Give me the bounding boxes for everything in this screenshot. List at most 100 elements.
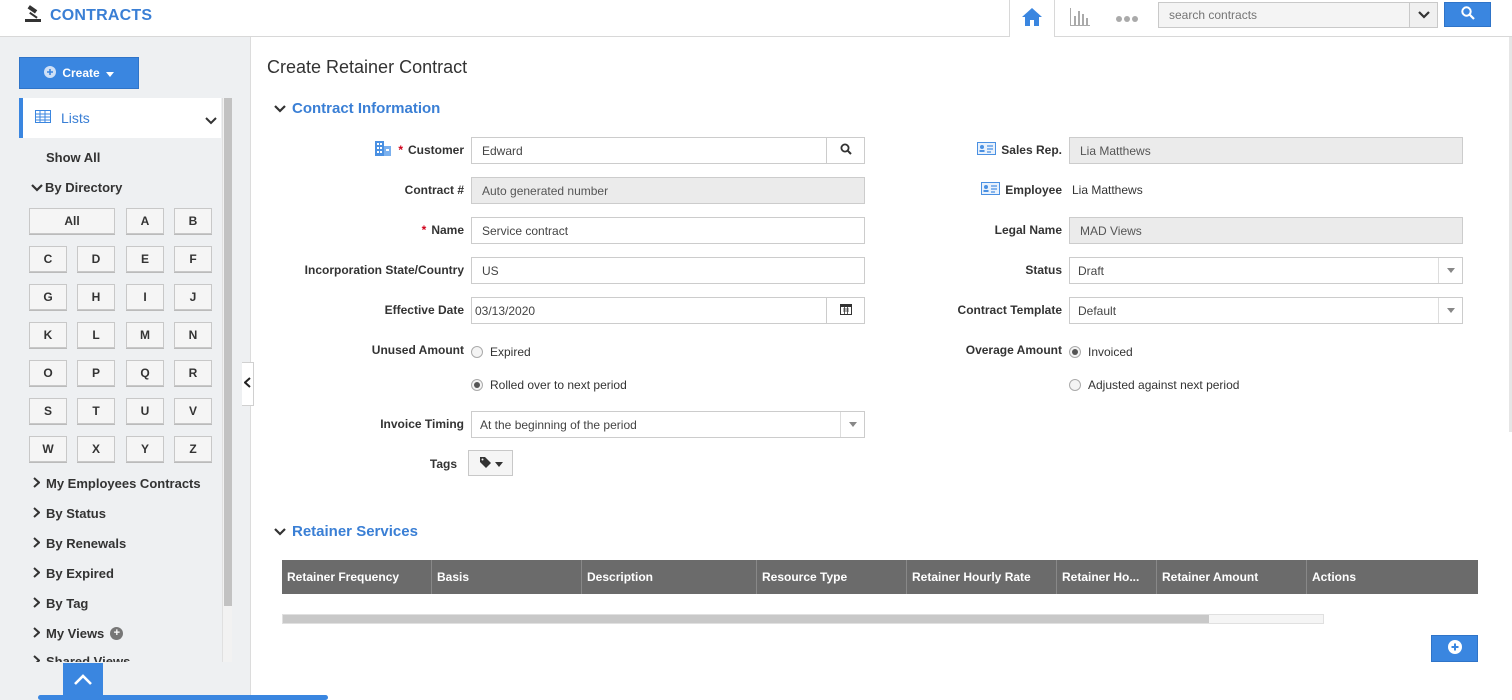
column-header[interactable]: Retainer Amount [1157,560,1307,594]
customer-field[interactable]: Edward [471,137,865,164]
search-scope-dropdown[interactable] [1409,3,1437,27]
letter-filter[interactable]: Z [174,436,212,462]
letter-filter[interactable]: S [29,398,67,424]
column-header[interactable]: Retainer Frequency [282,560,432,594]
sidebar-scrollbar[interactable] [222,98,232,662]
reports-nav[interactable] [1057,0,1103,37]
group-by-tag[interactable]: By Tag [33,596,88,611]
sidebar-scrollbar-thumb[interactable] [224,98,232,606]
letter-filter-all[interactable]: All [29,208,115,234]
unused-amount-expired-radio[interactable]: Expired [471,345,531,359]
letter-filter[interactable]: U [126,398,164,424]
column-header[interactable]: Resource Type [757,560,907,594]
search-input[interactable] [1159,3,1409,27]
main-content: Create Retainer Contract Contract Inform… [252,37,1512,700]
add-view-icon[interactable]: + [110,627,124,640]
contract-information-section-toggle[interactable]: Contract Information [274,100,440,117]
letter-filter[interactable]: C [29,246,67,272]
letter-filter[interactable]: X [77,436,115,462]
brand[interactable]: CONTRACTS [22,4,152,27]
group-my-employees-contracts[interactable]: My Employees Contracts [33,476,201,491]
chevron-down-icon [1417,8,1430,22]
chevron-down-icon [274,523,286,540]
column-header[interactable]: Description [582,560,757,594]
retainer-services-section-toggle[interactable]: Retainer Services [274,523,418,540]
grid-scrollbar-thumb[interactable] [283,615,1209,623]
column-header[interactable]: Retainer Ho... [1057,560,1157,594]
sales-rep-field: Lia Matthews [1069,137,1463,164]
group-label: Shared Views [46,654,131,662]
home-icon [1021,7,1043,30]
letter-filter[interactable]: F [174,246,212,272]
lists-header[interactable]: Lists [19,98,221,138]
letter-filter[interactable]: K [29,322,67,348]
contract-template-select[interactable]: Default [1069,297,1463,324]
group-by-status[interactable]: By Status [33,506,106,521]
letter-filter[interactable]: R [174,360,212,386]
letter-filter[interactable]: V [174,398,212,424]
group-by-expired[interactable]: By Expired [33,566,114,581]
column-header[interactable]: Basis [432,560,582,594]
letter-filter[interactable]: O [29,360,67,386]
chevron-down-icon [274,100,286,117]
add-retainer-service-button[interactable] [1431,635,1478,662]
customer-search-button[interactable] [826,138,864,163]
create-button[interactable]: Create [19,57,139,89]
letter-filter[interactable]: D [77,246,115,272]
letter-filter[interactable]: L [77,322,115,348]
home-nav[interactable] [1009,0,1055,37]
page-title: Create Retainer Contract [267,57,468,77]
invoice-timing-value: At the beginning of the period [480,417,637,432]
letter-filter[interactable]: J [174,284,212,310]
group-label: By Status [46,506,106,521]
letter-filter[interactable]: M [126,322,164,348]
incorporation-field[interactable]: US [471,257,865,284]
radio-dot-selected [471,379,483,391]
letter-filter[interactable]: T [77,398,115,424]
tags-dropdown-button[interactable] [468,450,513,476]
group-my-views[interactable]: My Views + [33,626,124,641]
letter-filter[interactable]: E [126,246,164,272]
letter-filter[interactable]: I [126,284,164,310]
by-directory-label: By Directory [45,180,123,195]
letter-filter[interactable]: A [126,208,164,234]
name-field[interactable]: Service contract [471,217,865,244]
table-icon [35,110,51,126]
column-header[interactable]: Actions [1307,560,1478,594]
status-select[interactable]: Draft [1069,257,1463,284]
letter-filter[interactable]: N [174,322,212,348]
legal-name-field: MAD Views [1069,217,1463,244]
invoice-timing-select[interactable]: At the beginning of the period [471,411,865,438]
chevron-right-icon [33,654,41,662]
effective-date-field[interactable]: 03/13/2020 [471,297,865,324]
by-directory-toggle[interactable]: By Directory [31,180,122,195]
letter-filter[interactable]: Q [126,360,164,386]
sales-rep-label: Sales Rep. [1001,143,1062,157]
letter-filter[interactable]: H [77,284,115,310]
overage-invoiced-radio[interactable]: Invoiced [1069,345,1133,359]
lists-panel: Lists Show All By Directory All A B C D … [19,98,221,662]
letter-filter[interactable]: B [174,208,212,234]
group-by-renewals[interactable]: By Renewals [33,536,126,551]
select-arrow [1438,298,1462,323]
status-label: Status [1025,263,1062,277]
letter-filter[interactable]: G [29,284,67,310]
show-all-link[interactable]: Show All [46,150,100,165]
chevron-down-icon [31,180,43,195]
chevron-left-icon [243,377,251,391]
column-header[interactable]: Retainer Hourly Rate [907,560,1057,594]
employee-label: Employee [1005,183,1062,197]
letter-filter[interactable]: Y [126,436,164,462]
unused-amount-rolled-over-radio[interactable]: Rolled over to next period [471,378,627,392]
letter-filter[interactable]: P [77,360,115,386]
date-picker-button[interactable] [826,298,864,323]
grid-horizontal-scrollbar[interactable] [282,614,1324,624]
chevron-right-icon [33,476,41,491]
more-nav[interactable] [1104,0,1150,37]
search-button[interactable] [1444,2,1491,27]
group-shared-views[interactable]: Shared Views [33,654,130,662]
letter-filter[interactable]: W [29,436,67,462]
overage-adjusted-radio[interactable]: Adjusted against next period [1069,378,1239,392]
contract-number-label: Contract # [404,183,464,197]
calendar-icon [839,303,852,318]
